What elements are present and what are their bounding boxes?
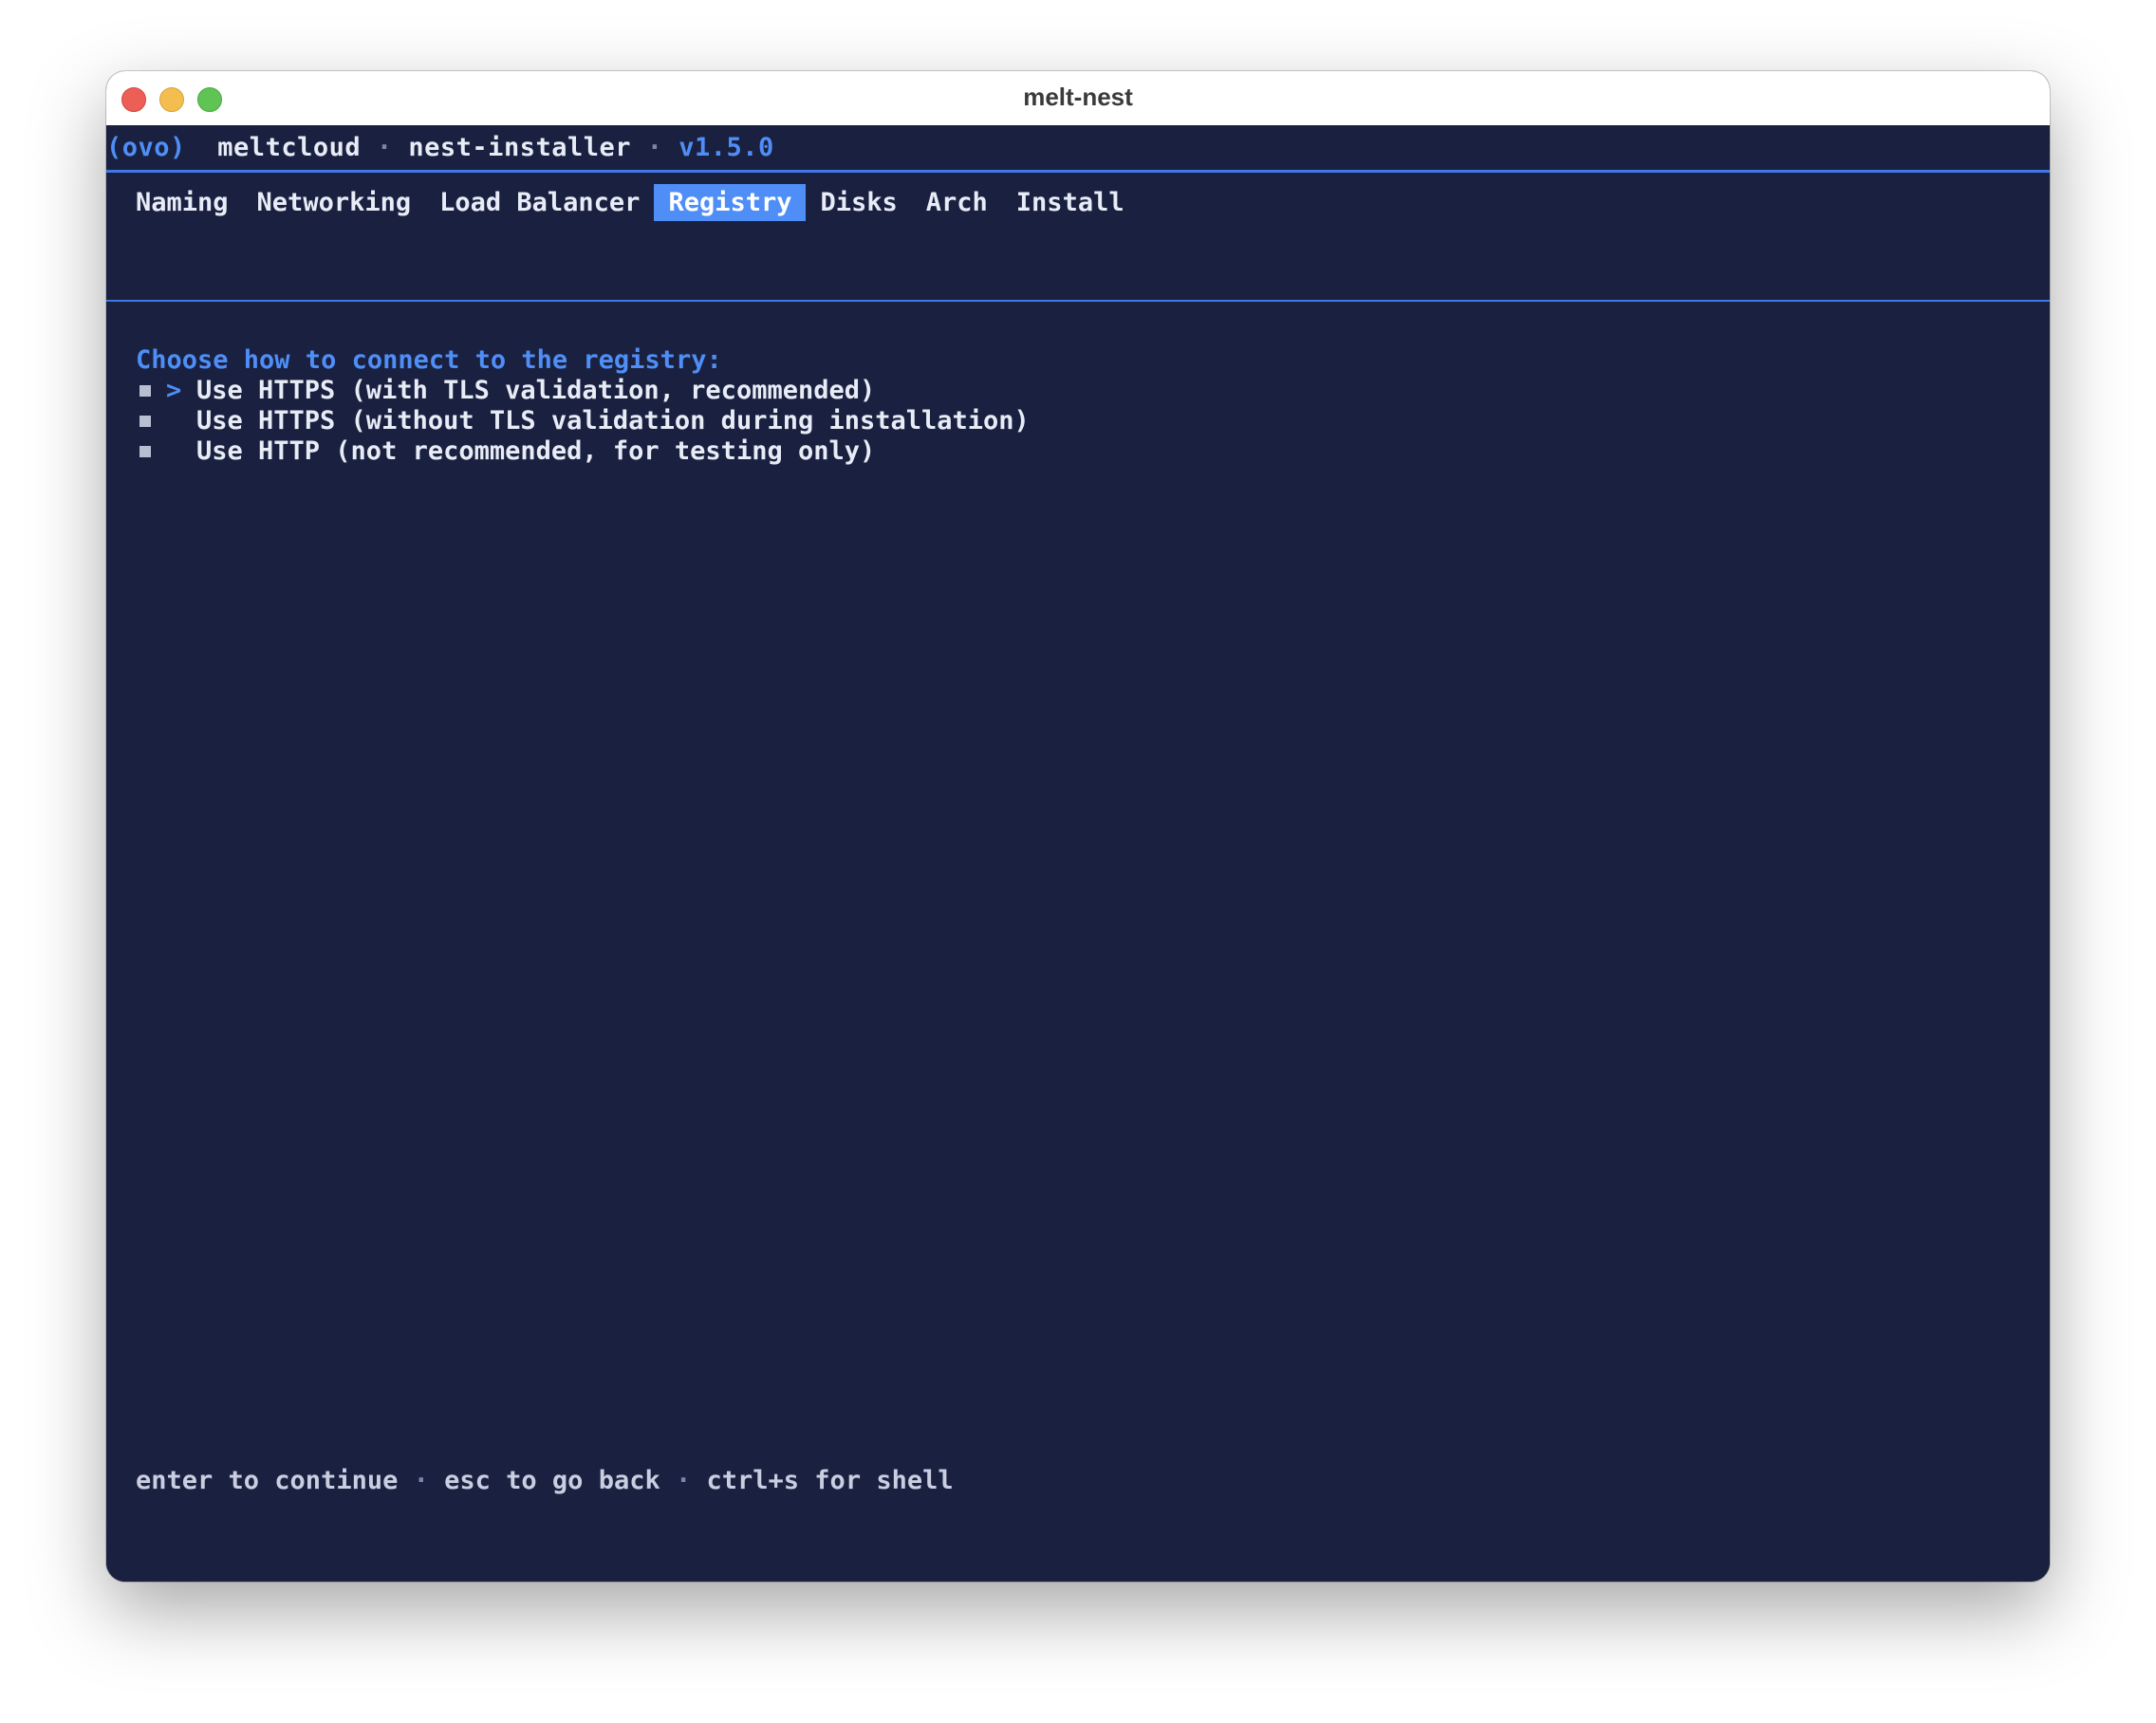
key-hints: enter to continue · esc to go back · ctr…	[136, 1466, 954, 1495]
option-label: Use HTTPS (without TLS validation during…	[196, 406, 1030, 435]
tab-networking[interactable]: Networking	[243, 184, 426, 221]
header-divider	[106, 170, 2050, 173]
tab-disks[interactable]: Disks	[806, 184, 911, 221]
tab-install[interactable]: Install	[1002, 184, 1139, 221]
hint-separator: ·	[675, 1466, 692, 1495]
option-http[interactable]: Use HTTP (not recommended, for testing o…	[136, 436, 1030, 467]
option-https-with-tls[interactable]: > Use HTTPS (with TLS validation, recomme…	[136, 376, 1030, 406]
hint-back: esc to go back	[444, 1466, 660, 1495]
tab-registry[interactable]: Registry	[654, 184, 807, 221]
registry-prompt: Choose how to connect to the registry:	[136, 345, 722, 375]
hint-shell: ctrl+s for shell	[706, 1466, 954, 1495]
option-https-without-tls[interactable]: Use HTTPS (without TLS validation during…	[136, 406, 1030, 436]
option-label: Use HTTPS (with TLS validation, recommen…	[196, 376, 876, 405]
terminal-window: melt-nest (ovo) meltcloud · nest-install…	[106, 71, 2050, 1582]
tab-naming[interactable]: Naming	[136, 184, 243, 221]
header-bar: (ovo) meltcloud · nest-installer · v1.5.…	[106, 133, 774, 162]
hint-continue: enter to continue	[136, 1466, 399, 1495]
brand-name: meltcloud	[217, 133, 362, 162]
tab-load-balancer[interactable]: Load Balancer	[425, 184, 654, 221]
step-tabs: Naming Networking Load Balancer Registry…	[136, 184, 1139, 221]
header-separator: ·	[646, 133, 663, 162]
terminal-content[interactable]: (ovo) meltcloud · nest-installer · v1.5.…	[106, 125, 2050, 1582]
logo-face: (ovo)	[106, 133, 186, 162]
bullet-icon	[139, 385, 151, 397]
tab-arch[interactable]: Arch	[912, 184, 1002, 221]
version-label: v1.5.0	[678, 133, 774, 162]
registry-options-list: > Use HTTPS (with TLS validation, recomme…	[136, 376, 1030, 467]
tabs-divider	[106, 300, 2050, 302]
bullet-icon	[139, 446, 151, 457]
title-bar[interactable]: melt-nest	[106, 71, 2050, 126]
hint-separator: ·	[413, 1466, 429, 1495]
app-name: nest-installer	[408, 133, 631, 162]
window-title: melt-nest	[1023, 83, 1133, 111]
option-label: Use HTTP (not recommended, for testing o…	[196, 436, 876, 466]
selection-cursor-icon: >	[166, 376, 182, 405]
header-separator: ·	[376, 133, 393, 162]
bullet-icon	[139, 416, 151, 427]
